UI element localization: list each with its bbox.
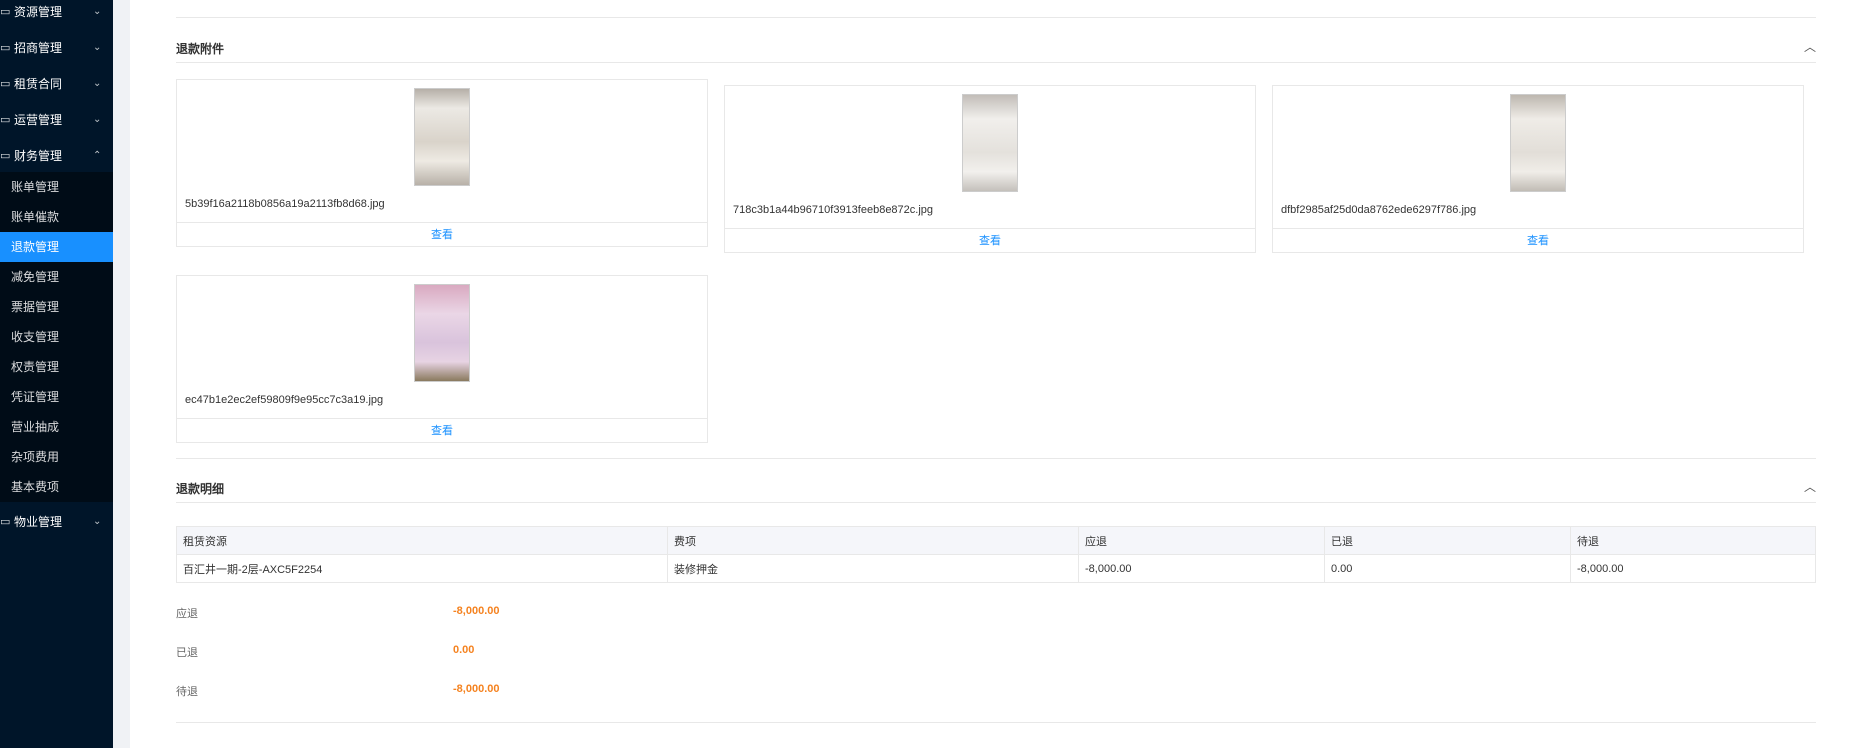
sidebar-item-reductions[interactable]: 减免管理 (0, 262, 113, 292)
menu-group-operation[interactable]: ▭ 运营管理 ⌄ (0, 101, 113, 137)
attachment-thumbnail[interactable] (414, 88, 470, 186)
menu-group-property[interactable]: ▭ 物业管理 ⌄ (0, 503, 113, 539)
folder-icon: ▭ (0, 41, 11, 54)
chevron-up-icon[interactable]: ︿ (1804, 478, 1816, 495)
chevron-up-icon[interactable]: ︿ (1804, 38, 1816, 55)
sidebar-item-accruals[interactable]: 权责管理 (0, 352, 113, 382)
summary-label: 待退 (176, 686, 198, 698)
chevron-down-icon: ⌄ (93, 77, 102, 89)
attachment-filename: 5b39f16a2118b0856a19a2113fb8d68.jpg (185, 198, 385, 210)
table-header-row: 租赁资源 费项 应退 已退 待退 (176, 526, 1816, 555)
attachment-thumbnail[interactable] (414, 284, 470, 382)
attachment-card: 718c3b1a44b96710f3913feeb8e872c.jpg 查看 (724, 85, 1256, 253)
table-cell: -8,000.00 (1078, 554, 1325, 583)
menu-group-lease[interactable]: ▭ 租赁合同 ⌄ (0, 65, 113, 101)
attachment-filename: ec47b1e2ec2ef59809f9e95cc7c3a19.jpg (185, 394, 384, 406)
chevron-down-icon: ⌄ (93, 515, 102, 527)
column-header: 应退 (1078, 526, 1325, 555)
menu-group-investment[interactable]: ▭ 招商管理 ⌄ (0, 29, 113, 65)
sidebar-item-invoices[interactable]: 票据管理 (0, 292, 113, 322)
sidebar-item-income-expense[interactable]: 收支管理 (0, 322, 113, 352)
column-header: 已退 (1324, 526, 1571, 555)
table-cell: 百汇井一期-2层-AXC5F2254 (176, 554, 668, 583)
attachment-thumbnail[interactable] (962, 94, 1018, 192)
table-row: 百汇井一期-2层-AXC5F2254 装修押金 -8,000.00 0.00 -… (176, 554, 1816, 583)
divider (176, 17, 1816, 18)
divider (176, 722, 1816, 723)
summary-value: 0.00 (453, 644, 475, 656)
attachment-thumbnail[interactable] (1510, 94, 1566, 192)
column-header: 租赁资源 (176, 526, 668, 555)
column-header: 费项 (667, 526, 1079, 555)
view-attachment-button[interactable]: 查看 (177, 222, 707, 246)
folder-icon: ▭ (0, 5, 11, 18)
details-section-title: 退款明细 (176, 482, 225, 496)
divider (176, 458, 1816, 459)
divider (176, 62, 1816, 63)
sidebar-item-misc-fees[interactable]: 杂项费用 (0, 442, 113, 472)
attachment-card: dfbf2985af25d0da8762ede6297f786.jpg 查看 (1272, 85, 1804, 253)
attachment-card: 5b39f16a2118b0856a19a2113fb8d68.jpg 查看 (176, 79, 708, 247)
attachment-card: ec47b1e2ec2ef59809f9e95cc7c3a19.jpg 查看 (176, 275, 708, 443)
folder-icon: ▭ (0, 113, 11, 126)
sidebar-item-bill-reminders[interactable]: 账单催款 (0, 202, 113, 232)
menu-group-finance[interactable]: ▭ 财务管理 ⌃ (0, 137, 113, 173)
summary-label: 已退 (176, 647, 198, 659)
sidebar-item-commission[interactable]: 营业抽成 (0, 412, 113, 442)
refund-detail-table: 租赁资源 费项 应退 已退 待退 百汇井一期-2层-AXC5F2254 装修押金… (176, 526, 1816, 583)
chevron-up-icon: ⌃ (93, 149, 102, 161)
sidebar-item-basic-fees[interactable]: 基本费项 (0, 472, 113, 502)
folder-icon: ▭ (0, 149, 11, 162)
view-attachment-button[interactable]: 查看 (177, 418, 707, 442)
sidebar-item-vouchers[interactable]: 凭证管理 (0, 382, 113, 412)
table-cell: 0.00 (1324, 554, 1571, 583)
chevron-down-icon: ⌄ (93, 41, 102, 53)
summary-value: -8,000.00 (453, 683, 500, 695)
sidebar-item-refunds[interactable]: 退款管理 (0, 232, 113, 262)
chevron-down-icon: ⌄ (93, 113, 102, 125)
attachment-filename: 718c3b1a44b96710f3913feeb8e872c.jpg (733, 204, 934, 216)
column-header: 待退 (1570, 526, 1816, 555)
chevron-down-icon: ⌄ (93, 5, 102, 17)
table-cell: -8,000.00 (1570, 554, 1816, 583)
summary-value: -8,000.00 (453, 605, 500, 617)
view-attachment-button[interactable]: 查看 (725, 228, 1255, 252)
sidebar-item-bills[interactable]: 账单管理 (0, 172, 113, 202)
view-attachment-button[interactable]: 查看 (1273, 228, 1803, 252)
sidebar: ▭ 资源管理 ⌄ ▭ 招商管理 ⌄ ▭ 租赁合同 ⌄ ▭ 运营管理 ⌄ ▭ 财务… (0, 0, 113, 748)
folder-icon: ▭ (0, 515, 11, 528)
menu-group-resources[interactable]: ▭ 资源管理 ⌄ (0, 0, 113, 29)
folder-icon: ▭ (0, 77, 11, 90)
divider (176, 502, 1816, 503)
attachment-filename: dfbf2985af25d0da8762ede6297f786.jpg (1281, 204, 1477, 216)
summary-label: 应退 (176, 608, 198, 620)
table-cell: 装修押金 (667, 554, 1079, 583)
main-content: 退款附件 ︿ 5b39f16a2118b0856a19a2113fb8d68.j… (130, 0, 1852, 748)
finance-submenu: 账单管理 账单催款 退款管理 减免管理 票据管理 收支管理 权责管理 凭证管理 … (0, 172, 113, 502)
attachments-section-title: 退款附件 (176, 42, 225, 56)
